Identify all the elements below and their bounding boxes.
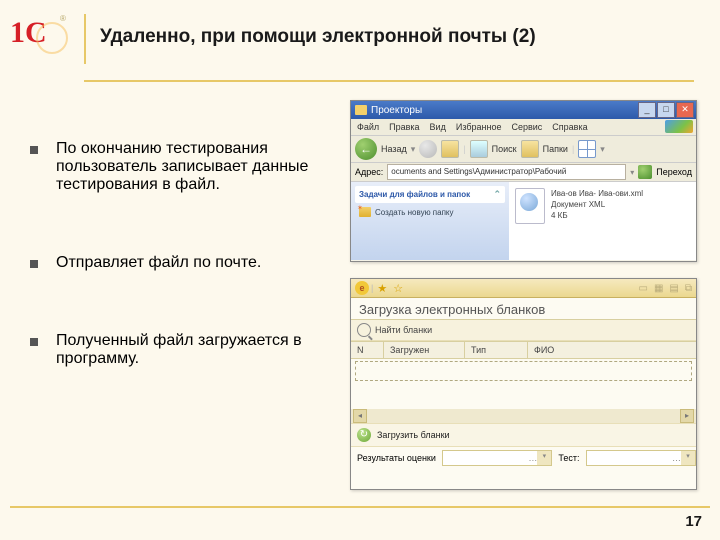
file-name: Ива-ов Ива- Ива-ови.xml — [551, 188, 643, 199]
col-fio[interactable]: ФИО — [528, 342, 696, 358]
tasks-pane: Задачи для файлов и папок ⌃ Создать нову… — [351, 182, 509, 260]
result-dropdown[interactable]: …▾ — [442, 450, 552, 466]
explorer-toolbar: ← Назад ▾ | Поиск Папки | ▾ — [351, 136, 696, 163]
maximize-button[interactable]: □ — [657, 102, 675, 118]
app-window: e | ★ ☆ ▭ ▦ ▤ ⧉ Загрузка электронных бла… — [350, 278, 697, 490]
menu-file[interactable]: Файл — [357, 122, 379, 132]
bullet-text: Полученный файл загружается в программу. — [56, 332, 335, 368]
windows-flag-icon — [665, 120, 693, 133]
forward-button[interactable] — [419, 140, 437, 158]
slide-title: Удаленно, при помощи электронной почты (… — [100, 10, 536, 48]
grid-empty-row[interactable] — [355, 361, 692, 381]
folders-label: Папки — [543, 144, 568, 154]
load-blanks-button[interactable]: Загрузить бланки — [377, 430, 450, 440]
menu-favorites[interactable]: Избранное — [456, 122, 502, 132]
address-input[interactable]: ocuments and Settings\Администратор\Рабо… — [387, 164, 626, 180]
toolbar-icon[interactable]: ▦ — [654, 283, 663, 294]
address-bar: Адрес: ocuments and Settings\Администрат… — [351, 163, 696, 182]
page-number: 17 — [685, 513, 702, 530]
file-size: 4 КБ — [551, 210, 643, 221]
go-button[interactable] — [638, 165, 652, 179]
star-icon[interactable]: ★ — [377, 282, 387, 295]
bullet-item: Отправляет файл по почте. — [30, 254, 335, 272]
folder-icon — [355, 105, 367, 115]
bullet-text: По окончанию тестирования пользователь з… — [56, 140, 335, 194]
star-icon[interactable]: ☆ — [393, 282, 403, 295]
test-dropdown[interactable]: …▾ — [586, 450, 696, 466]
bullet-text: Отправляет файл по почте. — [56, 254, 261, 272]
close-button[interactable]: ✕ — [676, 102, 694, 118]
horizontal-scrollbar[interactable]: ◂ ▸ — [351, 409, 696, 423]
bullet-marker — [30, 338, 38, 346]
blanks-grid: N Загружен Тип ФИО ◂ ▸ — [351, 341, 696, 423]
header-separator — [84, 14, 86, 64]
find-blanks-button[interactable]: Найти бланки — [375, 325, 432, 335]
address-label: Адрес: — [355, 167, 383, 177]
bullet-item: Полученный файл загружается в программу. — [30, 332, 335, 368]
grid-header: N Загружен Тип ФИО — [351, 341, 696, 359]
go-label: Переход — [656, 167, 692, 177]
explorer-menubar: Файл Правка Вид Избранное Сервис Справка — [351, 119, 696, 136]
menu-edit[interactable]: Правка — [389, 122, 419, 132]
explorer-titlebar: Проекторы _ □ ✕ — [351, 101, 696, 119]
window-title: Проекторы — [371, 105, 422, 116]
xml-file-icon[interactable] — [515, 188, 545, 224]
bottom-filter: Результаты оценки …▾ Тест: …▾ — [351, 446, 696, 469]
toolbar-icon[interactable]: ▭ — [639, 283, 648, 294]
scroll-left-button[interactable]: ◂ — [353, 409, 367, 423]
toolbar-icon[interactable]: ▤ — [669, 283, 678, 294]
bullet-list: По окончанию тестирования пользователь з… — [30, 140, 335, 428]
menu-view[interactable]: Вид — [430, 122, 446, 132]
views-button[interactable] — [578, 140, 596, 158]
col-n[interactable]: N — [351, 342, 384, 358]
back-label: Назад — [381, 144, 407, 154]
menu-help[interactable]: Справка — [552, 122, 587, 132]
load-bar: ↻ Загрузить бланки — [351, 423, 696, 446]
menu-tools[interactable]: Сервис — [511, 122, 542, 132]
footer-rule — [10, 506, 710, 508]
search-label: Поиск — [492, 144, 517, 154]
test-label: Тест: — [558, 453, 579, 463]
files-pane: Ива-ов Ива- Ива-ови.xml Документ XML 4 К… — [509, 182, 696, 260]
tasks-header[interactable]: Задачи для файлов и папок ⌃ — [355, 186, 505, 203]
bullet-marker — [30, 146, 38, 154]
minimize-button[interactable]: _ — [638, 102, 656, 118]
file-meta: Ива-ов Ива- Ива-ови.xml Документ XML 4 К… — [551, 188, 643, 254]
explorer-window: Проекторы _ □ ✕ Файл Правка Вид Избранно… — [350, 100, 697, 262]
scroll-right-button[interactable]: ▸ — [680, 409, 694, 423]
back-button[interactable]: ← — [355, 138, 377, 160]
bullet-item: По окончанию тестирования пользователь з… — [30, 140, 335, 194]
result-label: Результаты оценки — [357, 453, 436, 463]
app-title: Загрузка электронных бланков — [351, 298, 696, 320]
app-toolbar: e | ★ ☆ ▭ ▦ ▤ ⧉ — [351, 279, 696, 298]
up-button[interactable] — [441, 140, 459, 158]
search-icon — [357, 323, 371, 337]
app-actions: Найти бланки — [351, 320, 696, 341]
folders-icon[interactable] — [521, 140, 539, 158]
file-type: Документ XML — [551, 199, 643, 210]
slide-header: 1С ® Удаленно, при помощи электронной по… — [0, 0, 720, 80]
col-date[interactable]: Загружен — [384, 342, 465, 358]
logo-1c: 1С ® — [10, 10, 72, 60]
task-new-folder[interactable]: Создать новую папку — [355, 203, 505, 217]
toolbar-icon[interactable]: ⧉ — [685, 283, 692, 294]
search-icon[interactable] — [470, 140, 488, 158]
col-type[interactable]: Тип — [465, 342, 528, 358]
app-logo-icon: e — [355, 281, 369, 295]
new-folder-icon — [359, 207, 371, 217]
bullet-marker — [30, 260, 38, 268]
load-icon: ↻ — [357, 428, 371, 442]
header-rule — [84, 80, 694, 82]
